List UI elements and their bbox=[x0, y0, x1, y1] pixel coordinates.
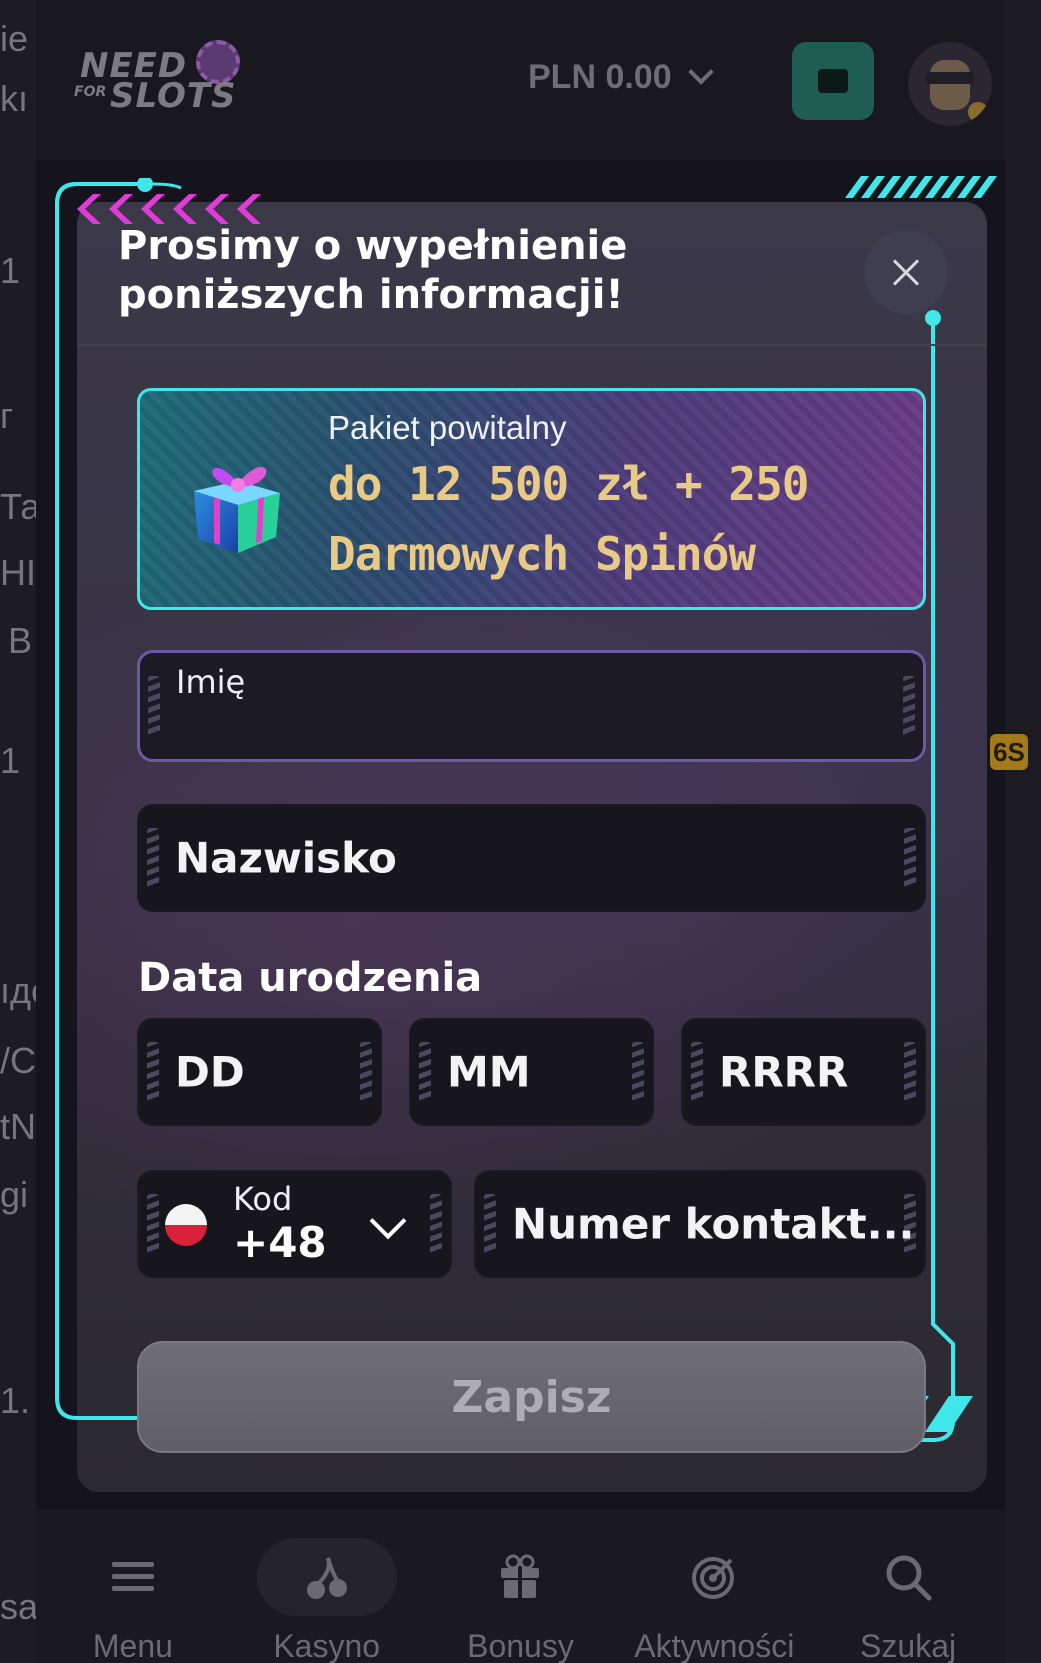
bg-text-fragment: gi bbox=[0, 1174, 29, 1215]
wallet-icon bbox=[818, 69, 848, 93]
nav-item-label: Szukaj bbox=[860, 1628, 957, 1663]
birth-year-field[interactable]: RRRR bbox=[681, 1018, 926, 1126]
chevron-down-icon bbox=[687, 59, 714, 85]
welcome-promo-banner: Pakiet powitalny do 12 500 zł + 250 Darm… bbox=[137, 388, 926, 610]
avatar-level-badge bbox=[968, 102, 988, 122]
field-notch-right bbox=[360, 1042, 372, 1102]
poland-flag-icon bbox=[165, 1204, 207, 1246]
avatar-face bbox=[930, 60, 970, 110]
birth-year-placeholder: RRRR bbox=[719, 1047, 849, 1097]
site-logo[interactable]: NEED FOR SLOTS bbox=[70, 40, 250, 120]
gift-icon bbox=[194, 466, 280, 553]
save-button-label: Zapisz bbox=[451, 1371, 612, 1423]
last-name-placeholder: Nazwisko bbox=[175, 833, 397, 883]
phone-number-placeholder: Numer kontakt... bbox=[512, 1199, 915, 1249]
avatar-glasses bbox=[926, 72, 974, 84]
target-icon bbox=[692, 1557, 735, 1599]
title-divider bbox=[77, 344, 987, 346]
nav-item-label: Aktywności bbox=[634, 1628, 795, 1663]
birth-day-placeholder: DD bbox=[175, 1047, 245, 1097]
background-left-strip: ie kı 1 г Та НІ В 1 ıдо /С tN gi 1. sa bbox=[0, 0, 36, 1663]
balance-value: PLN 0.00 bbox=[528, 57, 672, 96]
field-notch-left bbox=[484, 1194, 496, 1254]
avatar[interactable] bbox=[908, 42, 992, 126]
field-notch-right bbox=[903, 676, 915, 736]
bg-text-fragment: г bbox=[0, 395, 14, 436]
country-code-label: Kod bbox=[233, 1180, 293, 1218]
logo-text-for: FOR bbox=[74, 84, 107, 100]
wallet-button[interactable] bbox=[792, 42, 874, 120]
date-of-birth-label: Data urodzenia bbox=[138, 955, 483, 1001]
close-button[interactable] bbox=[864, 230, 948, 314]
stripes-decoration-icon bbox=[845, 176, 997, 198]
bg-text-fragment: ıдо bbox=[0, 970, 36, 1011]
field-notch-right bbox=[904, 828, 916, 888]
field-notch-left bbox=[147, 1194, 159, 1254]
country-code-select[interactable]: Kod +48 bbox=[137, 1170, 452, 1278]
bg-text-fragment: kı bbox=[0, 78, 29, 119]
bg-text-fragment: ie bbox=[0, 18, 29, 59]
first-name-label: Imię bbox=[176, 663, 246, 701]
promo-subtitle: Pakiet powitalny bbox=[328, 409, 567, 446]
modal-title: Prosimy o wypełnienie poniższych informa… bbox=[118, 223, 628, 318]
field-notch-right bbox=[430, 1194, 442, 1254]
field-notch-left bbox=[419, 1042, 431, 1102]
bg-text-fragment: Та bbox=[0, 486, 36, 527]
field-notch-right bbox=[904, 1042, 916, 1102]
birth-day-field[interactable]: DD bbox=[137, 1018, 382, 1126]
field-notch-left bbox=[147, 1042, 159, 1102]
bg-text-fragment: tN bbox=[0, 1106, 36, 1147]
chevrons-decoration-icon bbox=[77, 194, 261, 224]
last-name-field[interactable]: Nazwisko bbox=[137, 804, 926, 912]
logo-text-slots: SLOTS bbox=[110, 76, 237, 116]
bg-text-fragment: 1 bbox=[0, 740, 21, 781]
promo-spins: Darmowych Spinów bbox=[328, 527, 756, 581]
field-notch-left bbox=[148, 676, 160, 736]
promo-amount: do 12 500 zł + 250 bbox=[328, 457, 809, 511]
country-code-value: +48 bbox=[233, 1218, 327, 1267]
save-button[interactable]: Zapisz bbox=[137, 1341, 926, 1453]
chevron-down-icon bbox=[369, 1202, 407, 1240]
background-right-strip bbox=[1005, 0, 1041, 1663]
nav-item-label: Menu bbox=[92, 1628, 173, 1663]
birth-month-placeholder: MM bbox=[447, 1047, 531, 1097]
balance-dropdown[interactable]: PLN 0.00 bbox=[528, 52, 748, 102]
nav-item-label: Bonusy bbox=[467, 1628, 574, 1663]
bg-text-fragment: sa bbox=[0, 1586, 36, 1627]
field-notch-left bbox=[691, 1042, 703, 1102]
first-name-field[interactable]: Imię bbox=[137, 650, 926, 762]
menu-icon bbox=[111, 1562, 154, 1591]
bg-text-fragment: 1. bbox=[0, 1380, 31, 1421]
birth-month-field[interactable]: MM bbox=[409, 1018, 654, 1126]
bg-text-fragment: 1 bbox=[0, 250, 21, 291]
cherry-icon bbox=[306, 1557, 347, 1599]
phone-number-field[interactable]: Numer kontakt... bbox=[474, 1170, 926, 1278]
bg-text-fragment: /С bbox=[0, 1040, 36, 1081]
nav-item-label: Kasyno bbox=[273, 1628, 381, 1663]
bg-text-fragment: НІ bbox=[0, 552, 36, 593]
bg-text-fragment: В bbox=[8, 620, 33, 661]
field-notch-right bbox=[632, 1042, 644, 1102]
gift-icon bbox=[501, 1554, 540, 1598]
search-icon bbox=[886, 1555, 932, 1601]
field-notch-left bbox=[147, 828, 159, 888]
